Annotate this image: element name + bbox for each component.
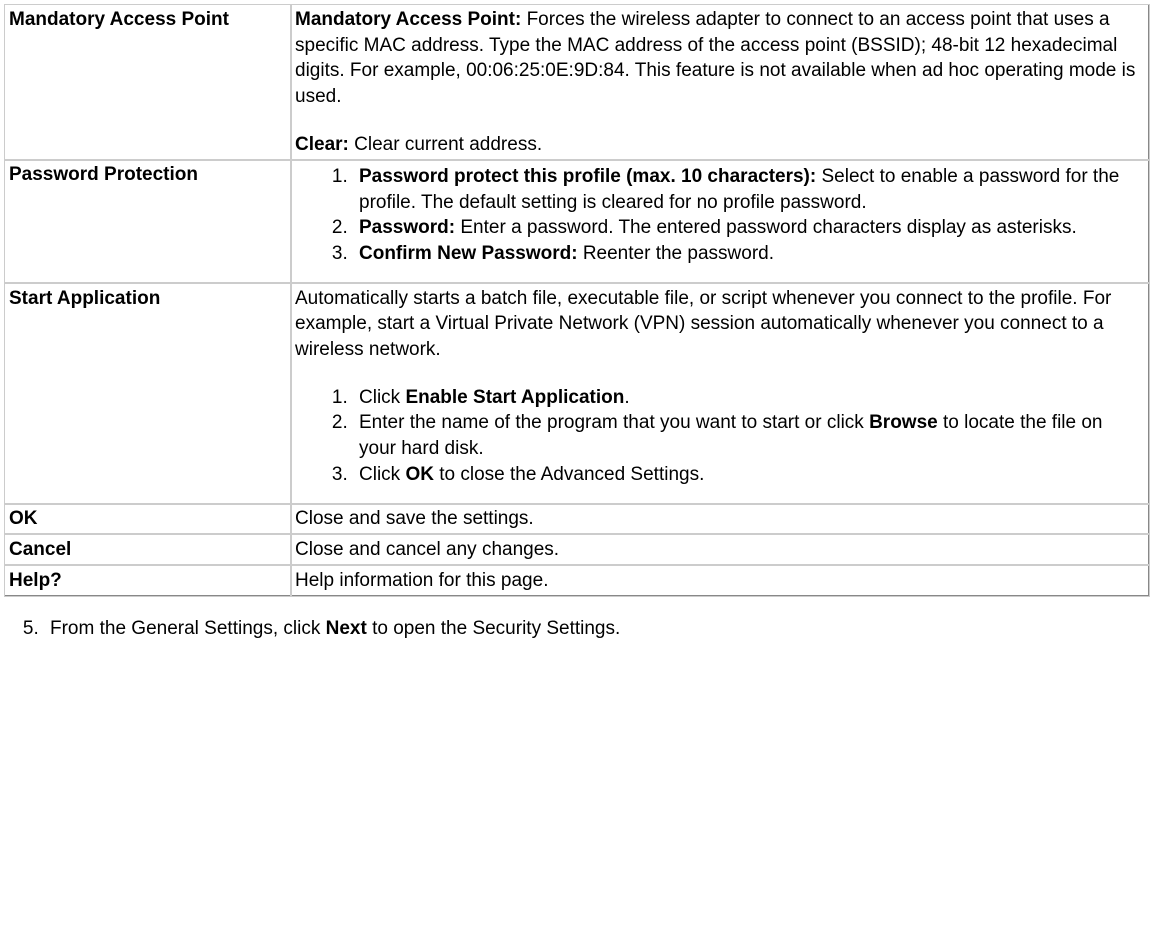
pw-item3-text: Reenter the password. xyxy=(578,243,774,264)
row-desc-cancel: Close and cancel any changes. xyxy=(291,534,1149,565)
pw-item3-bold: Confirm New Password: xyxy=(359,243,578,264)
row-desc-help: Help information for this page. xyxy=(291,565,1149,596)
sa-item3-pre: Click xyxy=(359,464,405,485)
sa-item3-post: to close the Advanced Settings. xyxy=(434,464,704,485)
sa-item3-bold: OK xyxy=(405,464,434,485)
list-item: Enter the name of the program that you w… xyxy=(353,410,1144,461)
password-list: Password protect this profile (max. 10 c… xyxy=(295,164,1144,267)
pw-item1-bold: Password protect this profile (max. 10 c… xyxy=(359,166,816,187)
row-desc-ok: Close and save the settings. xyxy=(291,504,1149,535)
list-item: Password: Enter a password. The entered … xyxy=(353,215,1144,241)
start-app-list: Click Enable Start Application. Enter th… xyxy=(295,385,1144,488)
row-desc-start-application: Automatically starts a batch file, execu… xyxy=(291,283,1149,503)
pw-item2-bold: Password: xyxy=(359,217,455,238)
map-clear-text: Clear current address. xyxy=(349,134,542,155)
start-app-intro: Automatically starts a batch file, execu… xyxy=(295,286,1144,363)
row-label-mandatory-access-point: Mandatory Access Point xyxy=(5,5,291,160)
row-desc-password-protection: Password protect this profile (max. 10 c… xyxy=(291,160,1149,284)
map-bold-label: Mandatory Access Point: xyxy=(295,9,521,30)
row-label-ok: OK xyxy=(5,504,291,535)
map-clear-bold: Clear: xyxy=(295,134,349,155)
row-label-start-application: Start Application xyxy=(5,283,291,503)
sa-item2-pre: Enter the name of the program that you w… xyxy=(359,412,869,433)
step-5: From the General Settings, click Next to… xyxy=(44,618,1149,640)
row-desc-mandatory-access-point: Mandatory Access Point: Forces the wirel… xyxy=(291,5,1149,160)
footer-prefix: From the General Settings, click xyxy=(50,618,326,639)
table-row: Help? Help information for this page. xyxy=(5,565,1149,596)
table-row: Password Protection Password protect thi… xyxy=(5,160,1149,284)
footer-bold: Next xyxy=(326,618,367,639)
map-description: Mandatory Access Point: Forces the wirel… xyxy=(295,7,1144,110)
sa-item1-bold: Enable Start Application xyxy=(405,387,624,408)
table-row: Mandatory Access Point Mandatory Access … xyxy=(5,5,1149,160)
list-item: Password protect this profile (max. 10 c… xyxy=(353,164,1144,215)
row-label-cancel: Cancel xyxy=(5,534,291,565)
map-clear: Clear: Clear current address. xyxy=(295,132,1144,158)
sa-item2-bold: Browse xyxy=(869,412,938,433)
row-label-password-protection: Password Protection xyxy=(5,160,291,284)
row-label-help: Help? xyxy=(5,565,291,596)
pw-item2-text: Enter a password. The entered password c… xyxy=(455,217,1077,238)
list-item: Click Enable Start Application. xyxy=(353,385,1144,411)
footer-suffix: to open the Security Settings. xyxy=(367,618,621,639)
list-item: Confirm New Password: Reenter the passwo… xyxy=(353,241,1144,267)
settings-table: Mandatory Access Point Mandatory Access … xyxy=(4,4,1149,596)
table-row: Start Application Automatically starts a… xyxy=(5,283,1149,503)
outer-steps-list: From the General Settings, click Next to… xyxy=(4,618,1149,640)
table-row: Cancel Close and cancel any changes. xyxy=(5,534,1149,565)
sa-item1-pre: Click xyxy=(359,387,405,408)
table-row: OK Close and save the settings. xyxy=(5,504,1149,535)
list-item: Click OK to close the Advanced Settings. xyxy=(353,462,1144,488)
sa-item1-post: . xyxy=(624,387,629,408)
